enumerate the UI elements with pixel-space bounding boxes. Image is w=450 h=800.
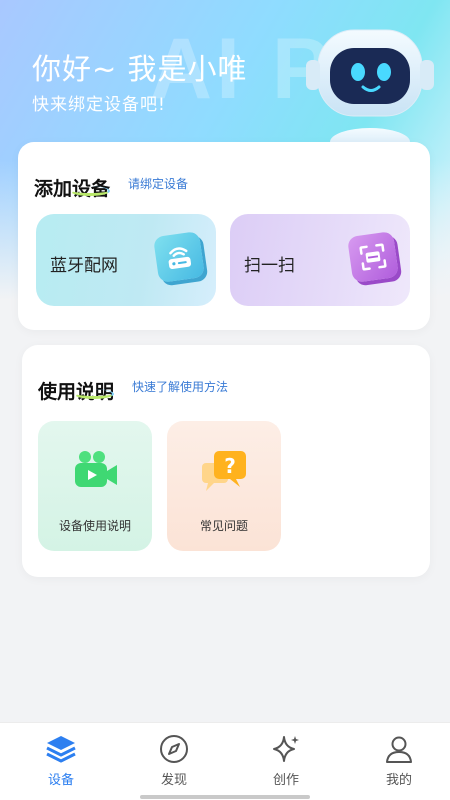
tab-create[interactable]: 创作 xyxy=(256,733,316,788)
add-device-hint: 请绑定设备 xyxy=(128,177,189,191)
instructions-hint: 快速了解使用方法 xyxy=(132,380,229,394)
video-camera-icon xyxy=(75,451,117,487)
title-underline xyxy=(74,389,114,399)
scan-button[interactable]: 扫一扫 xyxy=(230,214,410,306)
faq-button[interactable]: ? 常见问题 xyxy=(167,421,281,551)
greeting-subtitle: 快来绑定设备吧! xyxy=(32,95,166,115)
device-manual-label: 设备使用说明 xyxy=(58,519,131,533)
add-device-card: 添加设备 请绑定设备 蓝牙配网 扫一扫 xyxy=(18,142,430,330)
question-chat-icon: ? xyxy=(202,451,246,491)
tab-create-label: 创作 xyxy=(272,773,299,788)
scan-label: 扫一扫 xyxy=(244,256,295,276)
tab-profile-label: 我的 xyxy=(385,773,412,788)
bluetooth-pairing-button[interactable]: 蓝牙配网 xyxy=(36,214,216,306)
tab-discover[interactable]: 发现 xyxy=(144,733,204,788)
instructions-card: 使用说明 快速了解使用方法 设备使用说明 ? 常见问题 xyxy=(22,345,430,577)
bluetooth-pairing-label: 蓝牙配网 xyxy=(50,256,118,276)
compass-icon xyxy=(160,735,188,763)
person-icon xyxy=(386,736,412,763)
router-wifi-icon xyxy=(153,231,205,283)
scan-frame-icon xyxy=(347,231,399,283)
greeting-title: 你好~ 我是小唯 xyxy=(32,52,248,86)
tab-discover-label: 发现 xyxy=(160,773,187,788)
home-indicator xyxy=(140,795,310,799)
title-underline xyxy=(70,186,110,196)
faq-label: 常见问题 xyxy=(199,519,248,533)
layers-icon xyxy=(46,736,76,763)
robot-mascot-icon xyxy=(306,29,434,150)
bottom-tab-bar: 设备 发现 创作 我的 xyxy=(0,722,450,800)
tab-profile[interactable]: 我的 xyxy=(369,733,429,788)
svg-text:?: ? xyxy=(224,454,236,478)
sparkle-icon xyxy=(273,736,299,762)
tab-device[interactable]: 设备 xyxy=(31,733,91,788)
device-manual-button[interactable]: 设备使用说明 xyxy=(38,421,152,551)
tab-device-label: 设备 xyxy=(47,773,74,788)
